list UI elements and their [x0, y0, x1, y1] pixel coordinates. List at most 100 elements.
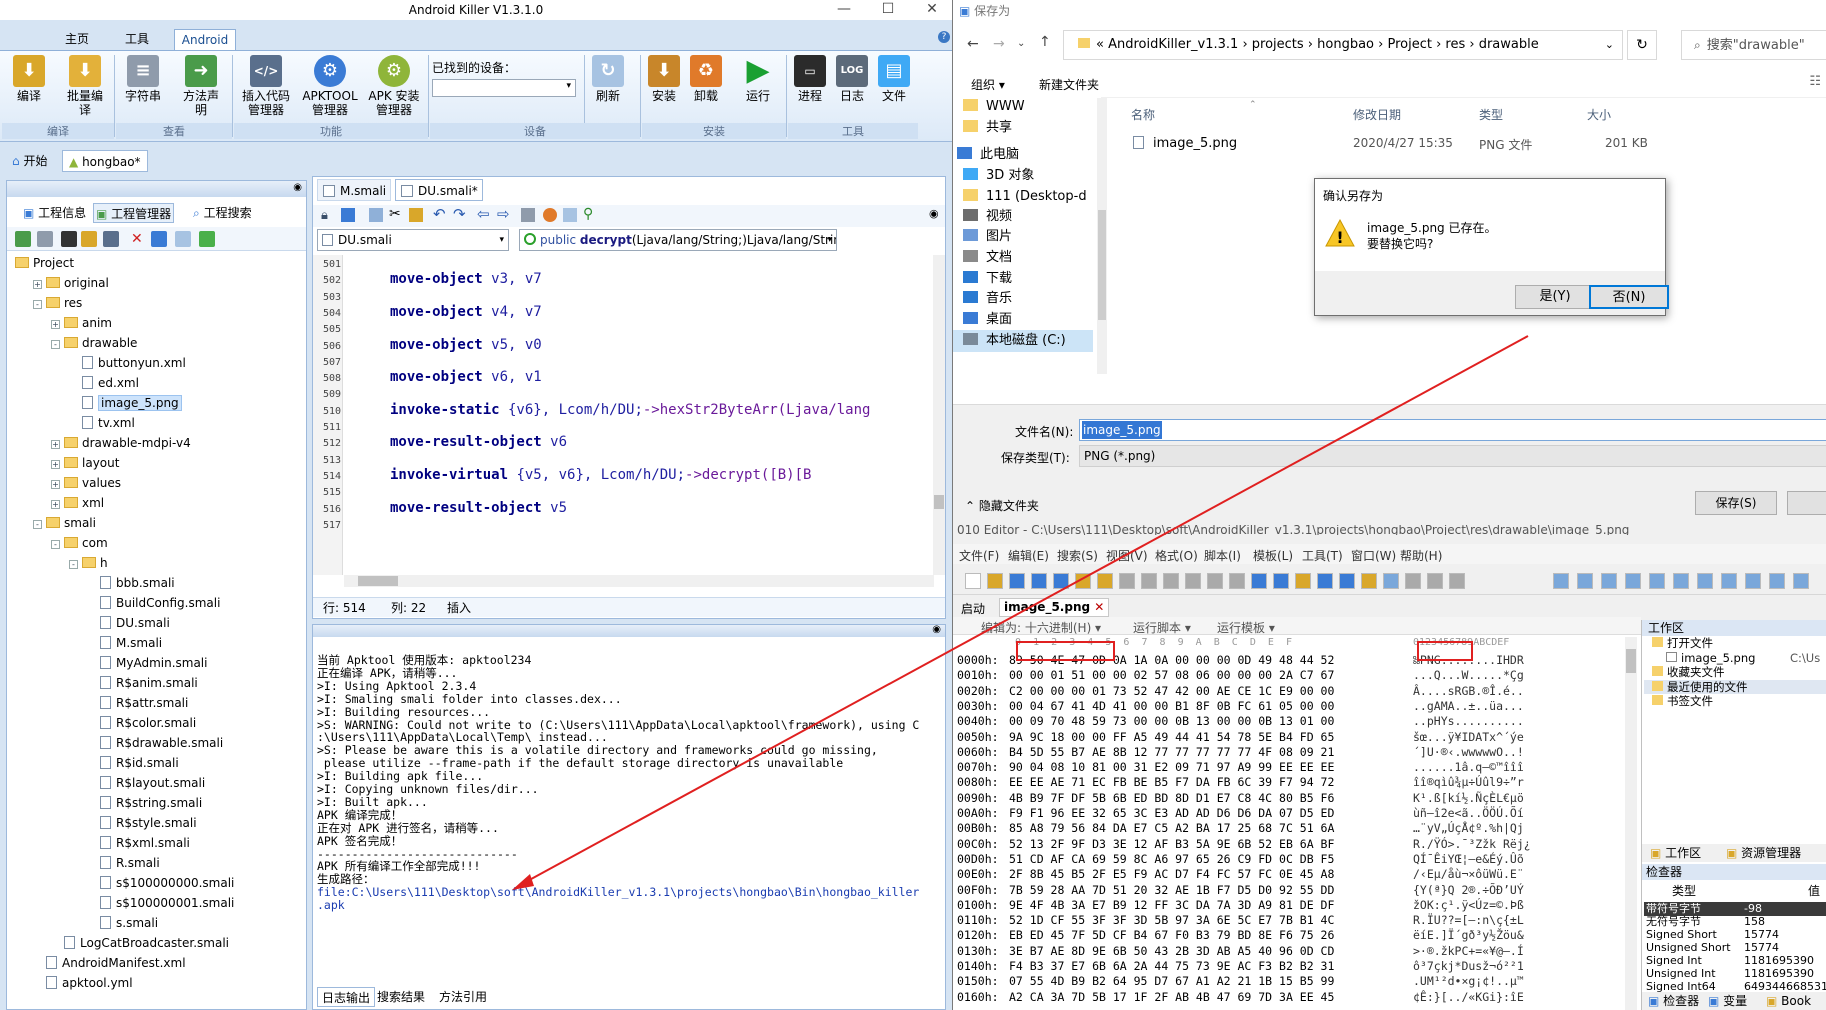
tab-start[interactable]: ⌂ 开始: [6, 150, 53, 172]
delete-icon[interactable]: ✕: [131, 231, 147, 247]
hex-ascii[interactable]: >·®.žkPC+=«¥@–.Í: [1413, 944, 1524, 959]
tree-item[interactable]: R$string.smali: [7, 793, 306, 813]
toolbar-icon[interactable]: [965, 573, 981, 589]
menu-item[interactable]: 格式(O): [1155, 547, 1198, 564]
hex-bytes[interactable]: 85 A8 79 56 84 DA E7 C5 A2 BA 17 25 68 7…: [1009, 821, 1334, 836]
toolbar-icon[interactable]: [1625, 573, 1641, 589]
nav-item[interactable]: WWW: [963, 96, 1025, 118]
column-size[interactable]: 大小: [1587, 106, 1611, 123]
tree-item[interactable]: s.smali: [7, 913, 306, 933]
tree-item[interactable]: -h: [7, 553, 306, 573]
hex-bytes[interactable]: 9A 9C 18 00 00 FF A5 49 44 41 54 78 5E B…: [1009, 730, 1334, 745]
inspector-row[interactable]: Signed Int 1181695390: [1644, 954, 1826, 968]
hex-ascii[interactable]: ......1â.q—©™îîî: [1413, 760, 1524, 775]
tree-item[interactable]: R$anim.smali: [7, 673, 306, 693]
hex-bytes[interactable]: 00 09 70 48 59 73 00 00 0B 13 00 00 0B 1…: [1009, 714, 1334, 729]
tab-inspector[interactable]: ▣ 检查器: [1648, 992, 1699, 1010]
search-icon[interactable]: [543, 208, 557, 222]
tree-item[interactable]: tv.xml: [7, 413, 306, 433]
chevron-down-icon[interactable]: ⌄: [1605, 31, 1614, 59]
refresh-button[interactable]: ↻: [1627, 30, 1657, 60]
back-icon[interactable]: ⇦: [477, 205, 490, 223]
toolbar-icon[interactable]: [1769, 573, 1785, 589]
tree-item[interactable]: + drawable-mdpi-v4: [7, 433, 306, 453]
output-path-link[interactable]: file:C:\Users\111\Desktop\soft\AndroidKi…: [317, 885, 919, 900]
hex-ascii[interactable]: ´]U·®‹.wwwwwO..!: [1413, 745, 1524, 760]
expand-icon[interactable]: +: [51, 320, 60, 329]
column-name[interactable]: 名称: [1131, 106, 1155, 123]
collapse-icon[interactable]: -: [51, 540, 60, 549]
hex-bytes[interactable]: A2 CA 3A 7D 5B 17 1F 2F AB 4B 47 69 7D 3…: [1009, 990, 1334, 1005]
minimize-button[interactable]: —: [824, 0, 864, 20]
file-combo[interactable]: DU.smali ▾: [317, 229, 509, 251]
run-button[interactable]: ▶ 运行: [738, 55, 778, 104]
pin-icon[interactable]: ◉: [929, 207, 939, 220]
chevron-down-icon[interactable]: ⌄: [1017, 38, 1025, 49]
collapse-icon[interactable]: -: [33, 520, 42, 529]
tab-project-search[interactable]: ⌕ 工程搜索: [193, 203, 252, 223]
run-template-button[interactable]: 运行模板 ▾: [1217, 619, 1275, 636]
hide-folders-toggle[interactable]: ⌃ 隐藏文件夹: [965, 497, 1039, 514]
insert-code-manager-button[interactable]: </> 插入代码 管理器: [236, 55, 296, 117]
tree-item[interactable]: LogCatBroadcaster.smali: [7, 933, 306, 953]
hex-ascii[interactable]: R.ÏU??=[—:n\ç{±L: [1413, 913, 1524, 928]
toolbar-icon[interactable]: [1449, 573, 1465, 589]
tab-image-png[interactable]: image_5.png ✕: [999, 598, 1110, 617]
hex-view[interactable]: 编辑为: 十六进制(H) ▾ 运行脚本 ▾ 运行模板 ▾ 0 1 2 3 4 5…: [953, 617, 1641, 1010]
filename-input[interactable]: image_5.png: [1079, 419, 1826, 441]
hex-ascii[interactable]: ëíE.]Ï´gð³y½Žöu&: [1413, 928, 1524, 943]
workspace-item[interactable]: 最近使用的文件: [1644, 679, 1826, 694]
toolbar-icon[interactable]: [1383, 573, 1399, 589]
nav-item[interactable]: 共享: [963, 117, 1012, 139]
tab-variables[interactable]: ▣ 变量: [1708, 992, 1747, 1010]
hex-ascii[interactable]: Â....sRGB.®Î.é..: [1413, 684, 1524, 699]
toolbar-icon[interactable]: [1697, 573, 1713, 589]
tree-item[interactable]: M.smali: [7, 633, 306, 653]
toolbar-icon[interactable]: [1405, 573, 1421, 589]
hex-ascii[interactable]: ..pHYs..........: [1413, 714, 1524, 729]
uninstall-button[interactable]: ♻ 卸载: [686, 55, 726, 103]
hex-ascii[interactable]: ô³7çkj*Dusž¬ó²²1: [1413, 959, 1524, 974]
toolbar-icon[interactable]: [1577, 573, 1593, 589]
hex-ascii[interactable]: {Y(ª}Q 2®.÷ÕÐ’UÝ: [1413, 883, 1524, 898]
image-icon[interactable]: [37, 231, 53, 247]
hex-bytes[interactable]: C2 00 00 00 01 73 52 47 42 00 AE CE 1C E…: [1009, 684, 1334, 699]
hex-bytes[interactable]: 7B 59 28 AA 7D 51 20 32 AE 1B F7 D5 D0 9…: [1009, 883, 1334, 898]
tree-item[interactable]: + original: [7, 273, 306, 293]
hex-bytes[interactable]: 90 04 08 10 81 00 31 E2 09 71 97 A9 99 E…: [1009, 760, 1334, 775]
terminal-icon[interactable]: [61, 231, 77, 247]
nav-item[interactable]: 本地磁盘 (C:): [953, 330, 1093, 352]
tab-android[interactable]: Android: [174, 29, 236, 51]
tree-item[interactable]: Project: [7, 253, 306, 273]
tree-item[interactable]: R$layout.smali: [7, 773, 306, 793]
code-area[interactable]: move-object v3, v7 move-object v4, v7 move…: [344, 255, 934, 575]
tree-item[interactable]: BuildConfig.smali: [7, 593, 306, 613]
help-icon[interactable]: ?: [938, 31, 950, 43]
menu-item[interactable]: 脚本(I): [1204, 547, 1241, 564]
menu-item[interactable]: 模板(L): [1253, 547, 1293, 564]
undo-icon[interactable]: ↶: [433, 205, 446, 223]
nav-item[interactable]: 111 (Desktop-d: [953, 186, 1087, 208]
hex-ascii[interactable]: ...Q...W.....*Çg: [1413, 668, 1524, 683]
new-folder-button[interactable]: 新建文件夹: [1039, 76, 1099, 93]
log-button[interactable]: LOG 日志: [832, 55, 872, 103]
tree-item[interactable]: R$color.smali: [7, 713, 306, 733]
search-input[interactable]: ⌕ 搜索"drawable": [1681, 30, 1826, 60]
menu-item[interactable]: 编辑(E): [1008, 547, 1049, 564]
hex-bytes[interactable]: F4 B3 37 E7 6B 6A 2A 44 75 73 9E AC F3 B…: [1009, 959, 1334, 974]
copy-icon[interactable]: [151, 231, 167, 247]
tree-item[interactable]: - smali: [7, 513, 306, 533]
nav-item[interactable]: 音乐: [953, 288, 1012, 310]
strings-button[interactable]: ≡ 字符串: [118, 55, 168, 103]
view-icon[interactable]: ☷: [1809, 74, 1821, 89]
address-bar[interactable]: « AndroidKiller_v1.3.1 › projects › hong…: [1063, 30, 1623, 60]
tree-item[interactable]: MyAdmin.smali: [7, 653, 306, 673]
menu-item[interactable]: 工具(T): [1302, 547, 1343, 564]
tree-item[interactable]: AndroidManifest.xml: [7, 953, 306, 973]
tab-home[interactable]: 主页: [52, 29, 102, 51]
expand-icon[interactable]: +: [51, 480, 60, 489]
toolbar-icon[interactable]: [987, 573, 1003, 589]
toolbar-icon[interactable]: [1649, 573, 1665, 589]
toolbar-icon[interactable]: [1251, 573, 1267, 589]
hex-bytes[interactable]: B4 5D 55 B7 AE 8B 12 77 77 77 77 77 4F 0…: [1009, 745, 1334, 760]
